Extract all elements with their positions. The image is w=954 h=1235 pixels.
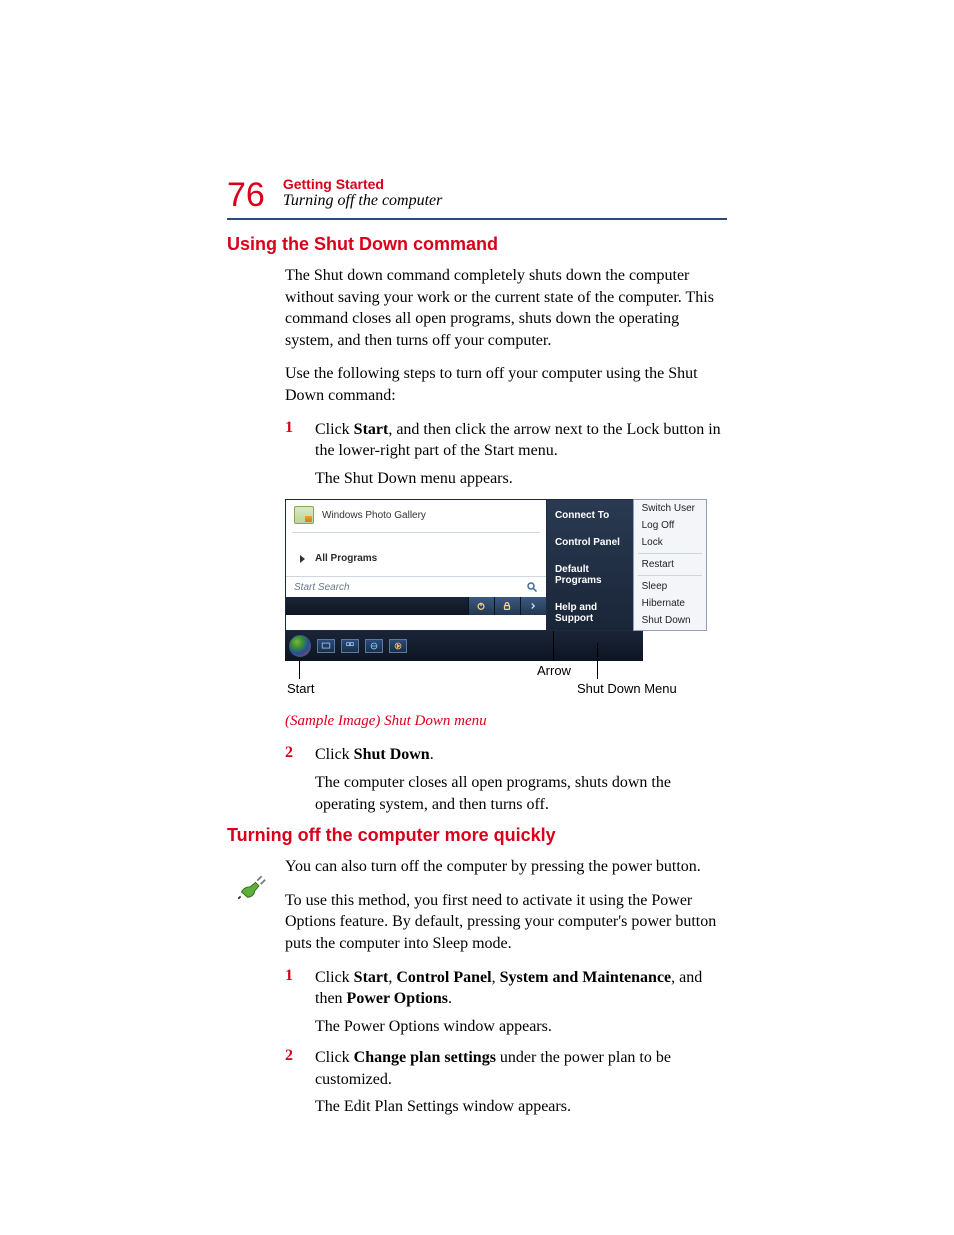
taskbar-icon[interactable] [317,639,335,653]
lock-icon [502,601,512,611]
start-menu-item-photo-gallery[interactable]: Windows Photo Gallery [286,500,546,530]
start-menu-all-programs[interactable]: All Programs [286,535,546,576]
step-number: 2 [285,744,315,766]
lock-button[interactable] [494,597,520,615]
separator [638,575,702,576]
taskbar-ie-icon[interactable] [365,639,383,653]
page-header: 76 Getting Started Turning off the compu… [227,176,727,212]
shutdown-flyout-menu: Switch User Log Off Lock Restart Sleep H… [633,499,707,631]
menu-shut-down[interactable]: Shut Down [634,612,706,629]
chevron-right-icon [528,601,538,611]
separator [638,553,702,554]
step-continuation: The Shut Down menu appears. [315,468,727,490]
step-continuation: The computer closes all open programs, s… [315,772,727,815]
step-text: Click Shut Down. [315,744,727,766]
step-continuation: The Power Options window appears. [315,1016,727,1038]
section-title: Turning off the computer [283,192,443,210]
callout-arrow: Arrow [537,663,571,678]
callout-shutdown-menu: Shut Down Menu [577,681,677,696]
menu-item-label: All Programs [315,553,377,564]
start-search-input[interactable]: Start Search [286,576,546,597]
menu-lock[interactable]: Lock [634,534,706,551]
start-right-help-support[interactable]: Help and Support [547,596,633,630]
body-paragraph: Use the following steps to turn off your… [285,363,727,406]
start-right-default-programs[interactable]: Default Programs [547,558,633,592]
taskbar-media-icon[interactable] [389,639,407,653]
body-paragraph: You can also turn off the computer by pr… [285,856,727,878]
heading-turn-off-quickly: Turning off the computer more quickly [227,825,727,846]
chapter-title: Getting Started [283,176,443,192]
menu-sleep[interactable]: Sleep [634,578,706,595]
menu-item-label: Windows Photo Gallery [322,510,426,521]
taskbar [285,631,643,661]
step-text: Click Start, and then click the arrow ne… [315,419,727,462]
figure-caption: (Sample Image) Shut Down menu [285,713,727,730]
power-options-icon [238,871,266,899]
separator [292,532,540,533]
body-paragraph: To use this method, you first need to ac… [285,890,727,955]
start-right-connect-to[interactable]: Connect To [547,504,633,527]
power-button[interactable] [468,597,494,615]
start-orb[interactable] [289,635,311,657]
step-number: 2 [285,1047,315,1090]
photo-gallery-icon [294,506,314,524]
menu-switch-user[interactable]: Switch User [634,500,706,517]
step-text: Click Start, Control Panel, System and M… [315,967,727,1010]
search-placeholder: Start Search [294,582,350,593]
taskbar-icon[interactable] [341,639,359,653]
start-right-control-panel[interactable]: Control Panel [547,531,633,554]
heading-shut-down-command: Using the Shut Down command [227,234,727,255]
step-number: 1 [285,419,315,462]
shutdown-arrow-button[interactable] [520,597,546,615]
menu-restart[interactable]: Restart [634,556,706,573]
triangle-icon [300,555,305,563]
body-paragraph: The Shut down command completely shuts d… [285,265,727,351]
power-icon [476,601,486,611]
menu-log-off[interactable]: Log Off [634,517,706,534]
step-continuation: The Edit Plan Settings window appears. [315,1096,727,1118]
search-icon [526,581,538,593]
page-number: 76 [227,178,265,212]
screenshot-shut-down-menu: Windows Photo Gallery All Programs Start… [285,499,727,707]
step-text: Click Change plan settings under the pow… [315,1047,727,1090]
step-number: 1 [285,967,315,1010]
callout-start: Start [287,681,314,696]
header-rule [227,218,727,220]
menu-hibernate[interactable]: Hibernate [634,595,706,612]
